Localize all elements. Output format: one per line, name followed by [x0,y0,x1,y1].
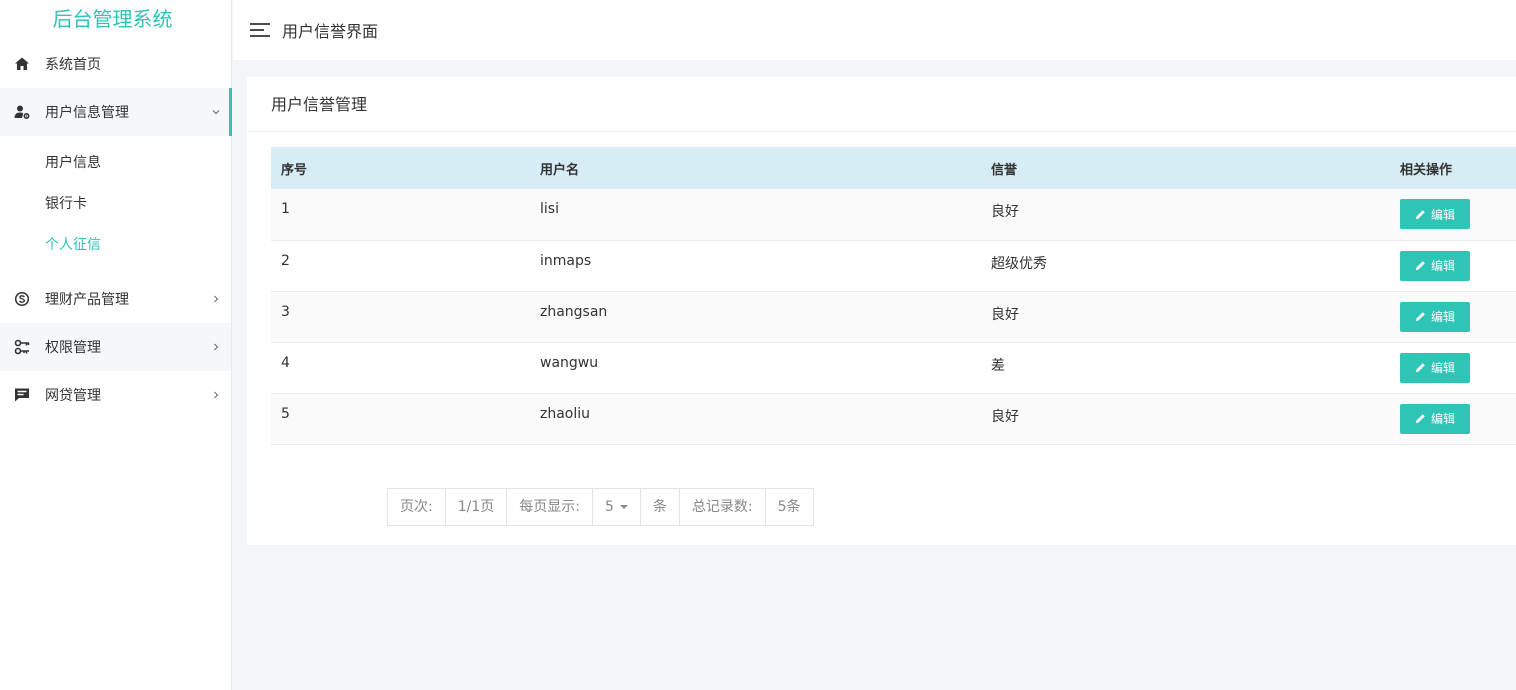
cell-id: 2 [281,252,290,269]
card-title: 用户信誉管理 [247,77,1516,132]
per-page-value: 5 [604,499,614,515]
pencil-icon [1415,209,1425,219]
table-row: 4 wangwu 差 编辑 [271,342,1516,393]
column-header-actions: 相关操作 [1400,162,1453,178]
column-header-username: 用户名 [540,162,580,178]
cell-actions: 编辑 [1390,393,1516,444]
submenu-user-info: 用户信息 银行卡 个人征信 [0,136,231,275]
sidebar-item-user-info-management[interactable]: 用户信息管理 [0,88,232,136]
page-title: 用户信誉界面 [282,22,379,41]
sidebar-item-label: 网贷管理 [45,388,101,404]
user-settings-icon [14,104,30,120]
credit-management-card: 用户信誉管理 序号 用户名 信誉 相关操作 1 lisi 良好 编辑 2 inm… [247,77,1516,545]
edit-button[interactable]: 编辑 [1400,250,1470,281]
sidebar-item-permissions[interactable]: 权限管理 [0,323,231,371]
sidebar-item-label: 理财产品管理 [45,292,129,308]
cell-id: 4 [281,354,290,371]
edit-button[interactable]: 编辑 [1400,403,1470,434]
cell-username: lisi [540,201,559,217]
cell-id: 5 [281,405,290,422]
cell-actions: 编辑 [1390,342,1516,393]
cell-actions: 编辑 [1390,189,1516,240]
table-header-row: 序号 用户名 信誉 相关操作 [271,147,1516,189]
cell-username: wangwu [540,354,599,371]
cell-credit: 良好 [991,306,1019,323]
edit-button-label: 编辑 [1430,412,1455,426]
per-page-label: 每页显示: [507,489,593,525]
page-label: 页次: [388,489,446,525]
menu-toggle-icon[interactable] [249,22,271,38]
cell-id: 1 [281,201,290,217]
edit-button-label: 编辑 [1430,259,1455,273]
edit-button-label: 编辑 [1430,361,1455,375]
sidebar: 后台管理系统 系统首页 用户信息管理 用户信息 银行卡 个人征信 理财产品管理 [0,0,232,690]
total-label: 总记录数: [680,489,766,525]
chevron-down-icon [201,106,231,119]
chevron-right-icon [201,341,231,354]
skype-icon [14,291,30,307]
table-row: 2 inmaps 超级优秀 编辑 [271,240,1516,291]
pagination: 页次: 1/1页 每页显示: 5 条 总记录数: 5条 [387,488,814,526]
cell-actions: 编辑 [1390,240,1516,291]
edit-button-label: 编辑 [1430,207,1455,222]
column-header-credit: 信誉 [991,162,1018,178]
cell-credit: 超级优秀 [991,255,1047,272]
page-value: 1/1页 [446,489,508,525]
message-icon [14,387,30,403]
sidebar-item-home[interactable]: 系统首页 [0,40,231,88]
sidebar-item-finance-products[interactable]: 理财产品管理 [0,275,231,323]
cell-username: zhaoliu [540,405,591,422]
sidebar-subitem-user-info[interactable]: 用户信息 [0,144,231,185]
cell-username: zhangsan [540,303,608,320]
total-value: 5条 [777,499,801,515]
edit-button-label: 编辑 [1430,310,1455,324]
cell-username: inmaps [540,252,592,269]
brand-title: 后台管理系统 [52,7,173,31]
top-bar: 用户信誉界面 [233,0,1516,60]
caret-down-icon [619,505,628,509]
column-header-id: 序号 [281,162,308,178]
sidebar-item-label: 系统首页 [45,57,101,73]
cell-credit: 良好 [991,408,1019,425]
credit-table: 序号 用户名 信誉 相关操作 1 lisi 良好 编辑 2 inmaps 超级优… [271,147,1516,445]
table-row: 1 lisi 良好 编辑 [271,189,1516,240]
edit-button[interactable]: 编辑 [1400,199,1470,229]
pencil-icon [1415,261,1425,271]
per-page-select[interactable]: 5 [593,489,641,525]
home-icon [14,56,30,72]
pencil-icon [1415,414,1425,424]
cell-credit: 良好 [991,204,1019,220]
sidebar-item-online-loans[interactable]: 网贷管理 [0,371,231,419]
per-page-unit: 条 [641,489,680,525]
sidebar-item-label: 权限管理 [45,340,101,356]
cell-id: 3 [281,303,290,320]
table-row: 5 zhaoliu 良好 编辑 [271,393,1516,444]
chevron-right-icon [201,389,231,402]
key-icon [14,339,30,355]
pencil-icon [1415,312,1425,322]
sidebar-subitem-bank-card[interactable]: 银行卡 [0,185,231,226]
sidebar-item-label: 用户信息管理 [45,105,129,121]
chevron-right-icon [201,293,231,306]
sidebar-subitem-personal-credit[interactable]: 个人征信 [0,226,231,267]
edit-button[interactable]: 编辑 [1400,301,1470,332]
edit-button[interactable]: 编辑 [1400,352,1470,383]
cell-credit: 差 [991,357,1005,374]
pencil-icon [1415,363,1425,373]
cell-actions: 编辑 [1390,291,1516,342]
table-row: 3 zhangsan 良好 编辑 [271,291,1516,342]
